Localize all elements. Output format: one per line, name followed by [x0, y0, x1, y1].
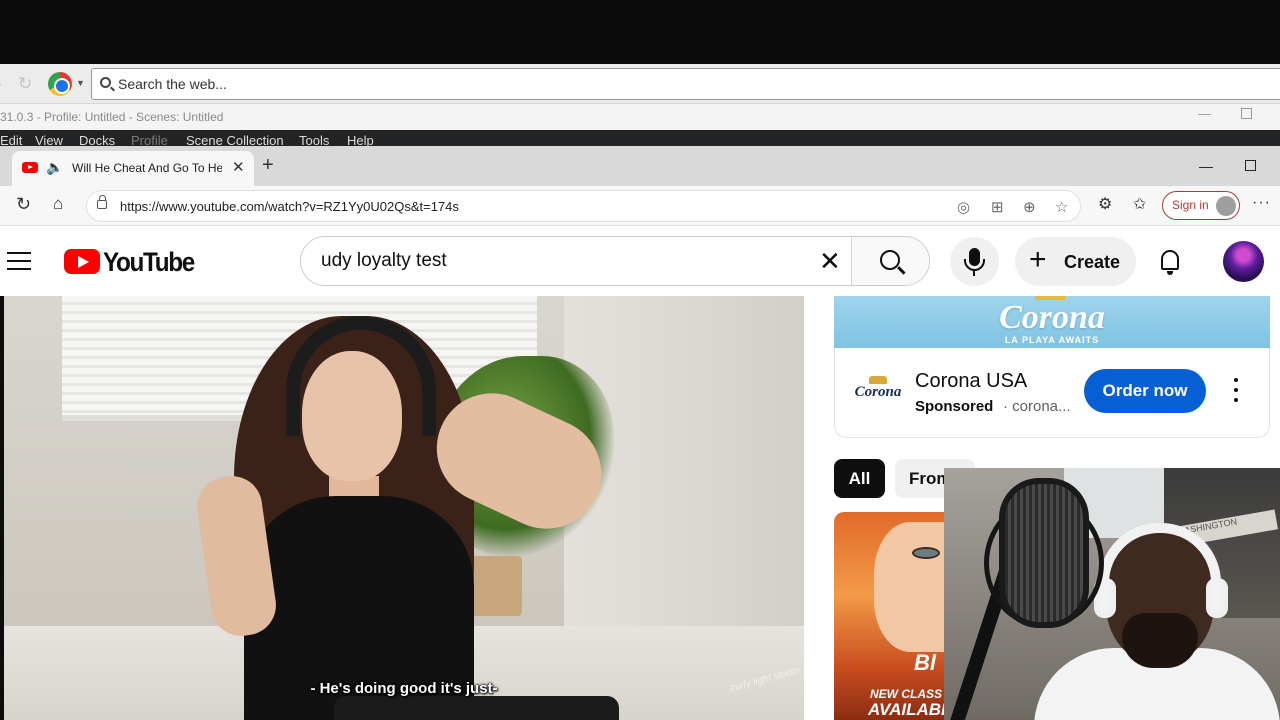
webcam-overlay: ASHINGTON: [944, 468, 1280, 720]
thumbnail-title-medium: AVAILABI: [868, 700, 944, 719]
tab-active[interactable]: 🔈 Will He Cheat And Go To Her ✕: [12, 151, 254, 186]
youtube-favicon-icon: [22, 162, 38, 173]
chrome-logo-icon[interactable]: [48, 72, 72, 96]
more-options-icon[interactable]: ···: [1252, 194, 1271, 212]
obs-menu-docks[interactable]: Docks: [79, 133, 115, 146]
menu-icon[interactable]: [7, 252, 31, 270]
obs-menu-view[interactable]: View: [35, 133, 63, 146]
search-input[interactable]: udy loyalty test: [321, 250, 447, 272]
search-button[interactable]: [851, 237, 929, 285]
bell-icon-body: [1161, 250, 1179, 270]
url-text: https://www.youtube.com/watch?v=RZ1Yy0U0…: [120, 199, 459, 214]
bell-icon-clapper: [1167, 271, 1173, 275]
chevron-down-icon[interactable]: ▼: [76, 78, 85, 88]
order-now-label: Order now: [1102, 381, 1188, 400]
outer-search-box[interactable]: Search the web...: [91, 68, 1280, 100]
obs-menu-profile[interactable]: Profile: [131, 133, 168, 146]
order-now-button[interactable]: Order now: [1084, 369, 1206, 413]
tab-title: Will He Cheat And Go To Her: [72, 161, 222, 175]
close-icon[interactable]: ✕: [232, 158, 245, 176]
obs-restore-icon[interactable]: [1241, 108, 1252, 119]
minimize-icon[interactable]: —: [1199, 158, 1213, 174]
thumbnail-eye: [912, 547, 940, 559]
mic-icon-stem: [973, 271, 975, 276]
youtube-logo-icon[interactable]: [64, 249, 100, 274]
outer-search-placeholder: Search the web...: [118, 76, 227, 92]
lock-icon[interactable]: [97, 195, 107, 209]
video-caption: - He's doing good it's just-: [310, 680, 498, 697]
ad-card[interactable]: Corona Corona USA Sponsored · corona... …: [834, 348, 1270, 438]
video-scene-foreground: [334, 696, 619, 720]
chip-all[interactable]: All: [834, 459, 885, 498]
voice-search-button[interactable]: [950, 237, 999, 286]
reload-icon[interactable]: ↻: [16, 194, 31, 215]
advertiser-name[interactable]: Corona USA: [915, 370, 1027, 393]
recommended-video-thumbnail[interactable]: Bl NEW CLASS AVAILABI: [834, 512, 944, 720]
edge-tab-strip: 🔈 Will He Cheat And Go To Her ✕ + —: [0, 146, 1280, 186]
advertiser-logo-text: Corona: [854, 384, 902, 400]
crown-icon: [869, 376, 887, 384]
signin-label: Sign in: [1172, 198, 1209, 212]
obs-title-bar: 31.0.3 - Profile: Untitled - Scenes: Unt…: [0, 104, 1280, 130]
obs-window-title: 31.0.3 - Profile: Untitled - Scenes: Unt…: [0, 110, 224, 124]
thumbnail-title-big: Bl: [914, 650, 936, 675]
microphone-icon: [999, 478, 1089, 628]
home-icon[interactable]: ⌂: [53, 194, 63, 214]
webcam-person-beard: [1122, 613, 1198, 668]
favorite-star-icon[interactable]: ☆: [1055, 198, 1068, 216]
obs-menu-help[interactable]: Help: [347, 133, 374, 146]
obs-menu-tools[interactable]: Tools: [299, 133, 329, 146]
youtube-logo-text[interactable]: YouTube: [103, 247, 195, 278]
search-icon: [880, 250, 900, 270]
more-vert-icon[interactable]: [1233, 378, 1239, 402]
ad-banner-brand: Corona: [999, 299, 1105, 336]
speaker-icon[interactable]: 🔈: [46, 159, 63, 176]
app-icon[interactable]: ⊞: [991, 198, 1004, 216]
plus-icon: +: [1029, 243, 1047, 276]
account-avatar[interactable]: [1223, 241, 1264, 282]
maximize-icon[interactable]: [1245, 160, 1256, 171]
ad-banner-tagline: LA PLAYA AWAITS: [1004, 335, 1100, 345]
thumbnail-title-small: NEW CLASS: [870, 687, 942, 701]
new-tab-icon[interactable]: +: [262, 155, 274, 175]
ad-domain: · corona...: [1003, 398, 1071, 415]
extensions-icon[interactable]: ⚙: [1098, 194, 1112, 214]
obs-menu-bar: Edit View Docks Profile Scene Collection…: [0, 130, 1280, 146]
sponsored-label: Sponsored: [915, 398, 994, 415]
obs-minimize-icon[interactable]: —: [1198, 106, 1211, 121]
obs-menu-edit[interactable]: Edit: [0, 133, 22, 146]
profile-avatar-icon: [1216, 196, 1236, 216]
favorites-icon[interactable]: ✩: [1133, 194, 1146, 214]
search-icon: [100, 77, 111, 88]
signin-button[interactable]: Sign in: [1162, 191, 1240, 220]
youtube-header: YouTube udy loyalty test ✕ + Create: [0, 226, 1280, 296]
create-label: Create: [1064, 252, 1121, 272]
address-bar[interactable]: https://www.youtube.com/watch?v=RZ1Yy0U0…: [86, 190, 1081, 222]
search-bar[interactable]: udy loyalty test ✕: [300, 236, 930, 286]
mic-icon-stand: [964, 259, 985, 271]
zoom-icon[interactable]: ⊕: [1023, 198, 1036, 216]
thumbnail-face: [874, 522, 944, 652]
ad-banner[interactable]: Corona LA PLAYA AWAITS: [834, 296, 1270, 348]
clear-search-icon[interactable]: ✕: [819, 247, 841, 275]
copilot-icon[interactable]: ◎: [957, 198, 970, 216]
edge-address-row: ↻ ⌂ https://www.youtube.com/watch?v=RZ1Y…: [0, 186, 1280, 226]
chip-all-label: All: [848, 469, 871, 488]
bell-icon[interactable]: [1158, 248, 1182, 276]
forward-icon[interactable]: ›: [0, 74, 2, 94]
letterbox-top: [0, 0, 1280, 64]
refresh-icon[interactable]: ↻: [18, 74, 32, 94]
create-button[interactable]: + Create: [1015, 237, 1136, 286]
video-player[interactable]: - He's doing good it's just- curly light…: [4, 296, 804, 720]
obs-menu-scene-collection[interactable]: Scene Collection: [186, 133, 284, 146]
